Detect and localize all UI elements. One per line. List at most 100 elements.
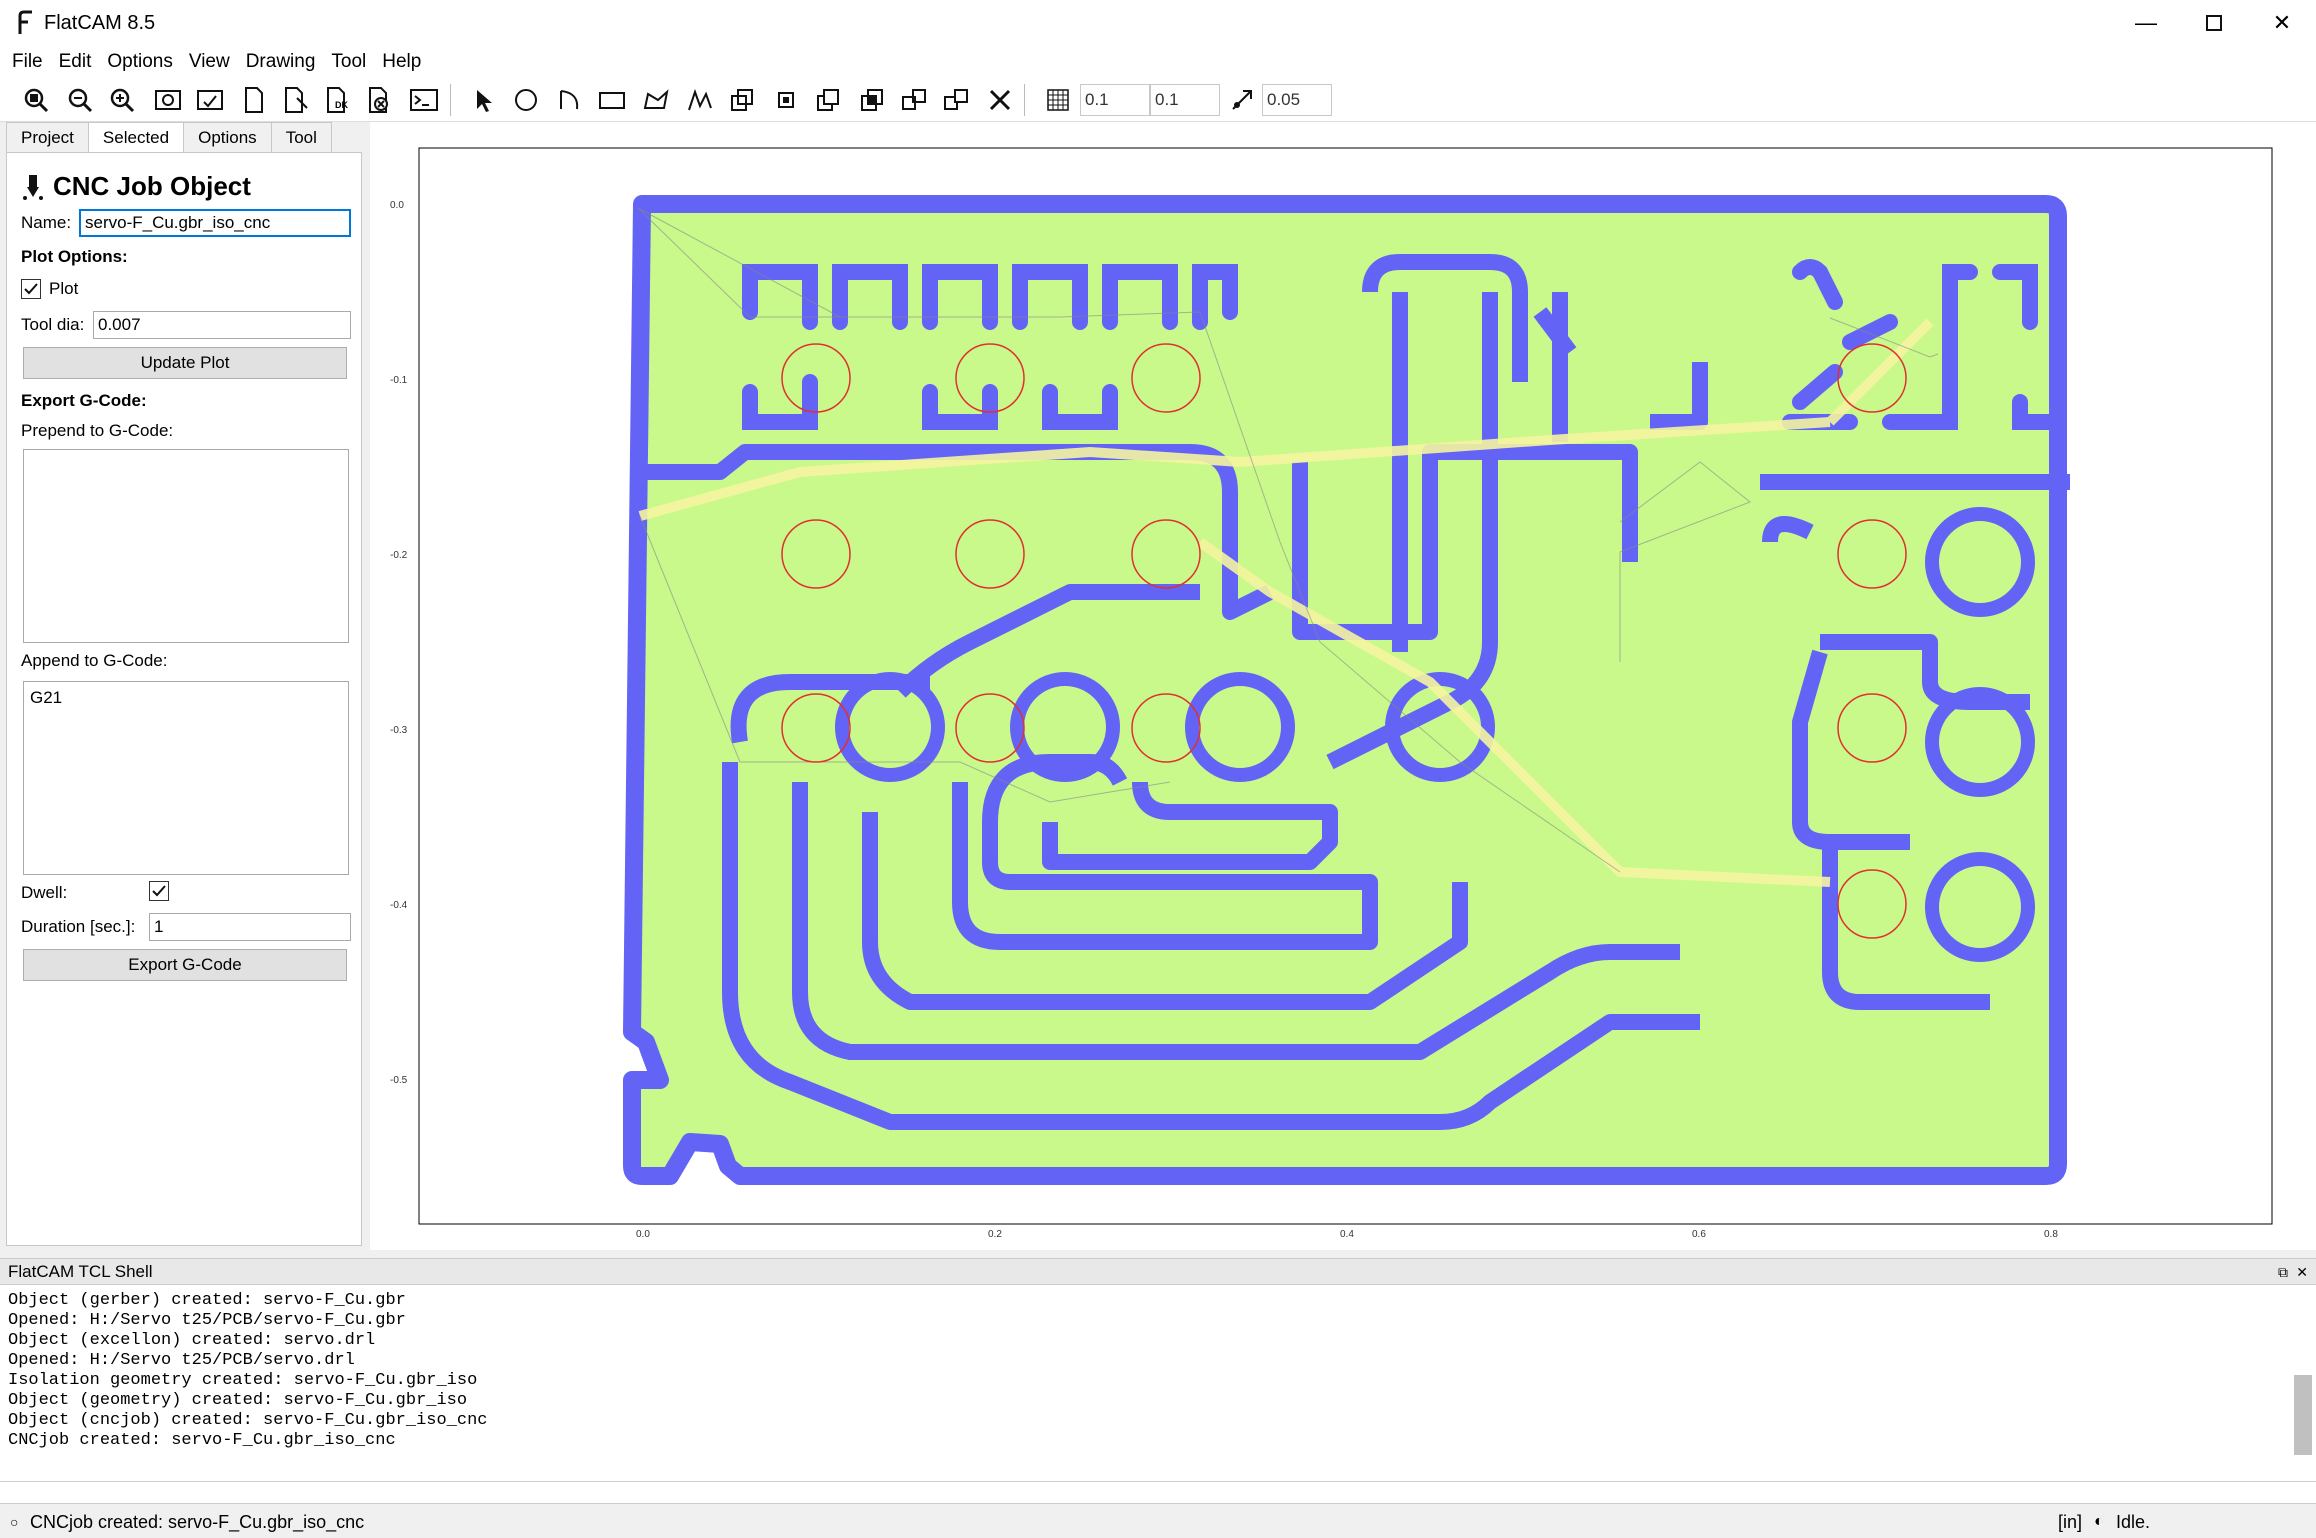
- shell-icon[interactable]: [408, 84, 440, 116]
- circle-tool-icon[interactable]: [510, 84, 542, 116]
- name-input[interactable]: [79, 209, 351, 237]
- new-geometry-icon[interactable]: [280, 84, 312, 116]
- export-gcode-label: Export G-Code:: [21, 391, 147, 410]
- select-tool-icon[interactable]: [468, 84, 500, 116]
- y-tick-label: 0.0: [390, 200, 404, 211]
- tab-options[interactable]: Options: [183, 122, 272, 152]
- shell-line: Isolation geometry created: servo-F_Cu.g…: [8, 1371, 478, 1390]
- prepend-textarea[interactable]: [23, 449, 349, 643]
- duration-input[interactable]: [149, 913, 351, 941]
- x-tick-label: 0.0: [636, 1229, 650, 1240]
- menu-drawing[interactable]: Drawing: [238, 51, 324, 73]
- grid-snap-icon[interactable]: [1042, 84, 1074, 116]
- plot-options-label: Plot Options:: [21, 247, 128, 266]
- clear-plot-icon[interactable]: [152, 84, 184, 116]
- shell-line: Opened: H:/Servo t25/PCB/servo-F_Cu.gbr: [8, 1311, 406, 1330]
- y-tick-label: -0.2: [390, 550, 408, 561]
- snap-max-icon[interactable]: [1226, 84, 1258, 116]
- dwell-label: Dwell:: [21, 883, 68, 902]
- plot-canvas-area[interactable]: 0.0 0.2 0.4 0.6 0.8 0.0 -0.1 -0.2 -0.3 -0.4 -0.5: [370, 122, 2316, 1250]
- update-plot-button[interactable]: Update Plot: [23, 347, 347, 379]
- menu-bar: File Edit Options View Drawing Tool Help: [0, 46, 2316, 78]
- grid-x-input[interactable]: [1080, 84, 1150, 116]
- zoom-in-icon[interactable]: [106, 84, 138, 116]
- open-gerber-icon[interactable]: DK: [322, 84, 354, 116]
- menu-edit[interactable]: Edit: [51, 51, 100, 73]
- x-tick-label: 0.4: [1340, 1229, 1354, 1240]
- shell-scrollbar[interactable]: [2294, 1375, 2312, 1455]
- y-tick-label: -0.4: [390, 900, 408, 911]
- shell-line: Object (excellon) created: servo.drl: [8, 1331, 376, 1350]
- dwell-checkbox[interactable]: [149, 881, 169, 901]
- svg-text:DK: DK: [335, 100, 348, 110]
- status-icon: ○: [10, 1514, 19, 1530]
- shell-line: Object (cncjob) created: servo-F_Cu.gbr_…: [8, 1411, 488, 1430]
- toolbar: DK: [0, 78, 2316, 122]
- menu-help[interactable]: Help: [374, 51, 429, 73]
- export-gcode-button[interactable]: Export G-Code: [23, 949, 347, 981]
- tab-tool[interactable]: Tool: [270, 122, 332, 152]
- menu-view[interactable]: View: [181, 51, 238, 73]
- title-bar: FlatCAM 8.5 — ✕: [0, 0, 2316, 46]
- state-label: Idle.: [2116, 1512, 2151, 1532]
- minimize-button[interactable]: —: [2112, 0, 2180, 46]
- notebook-tabs: Project Selected Options Tool: [6, 122, 332, 153]
- copy-tool-icon[interactable]: [770, 84, 802, 116]
- status-bar: ○ CNCjob created: servo-F_Cu.gbr_iso_cnc…: [0, 1506, 2316, 1538]
- close-shell-icon[interactable]: ✕: [2296, 1259, 2308, 1285]
- rectangle-tool-icon[interactable]: [596, 84, 628, 116]
- flatcam-logo-icon: [18, 10, 32, 34]
- cut-tool-icon[interactable]: [940, 84, 972, 116]
- arc-tool-icon[interactable]: [554, 84, 586, 116]
- append-textarea[interactable]: G21: [23, 681, 349, 875]
- path-tool-icon[interactable]: [684, 84, 716, 116]
- move-tool-icon[interactable]: [726, 84, 758, 116]
- tab-project[interactable]: Project: [6, 122, 89, 152]
- shell-input[interactable]: [0, 1482, 2316, 1504]
- units-label: [in]: [2058, 1512, 2083, 1532]
- shell-line: Object (gerber) created: servo-F_Cu.gbr: [8, 1291, 406, 1310]
- shell-line: Opened: H:/Servo t25/PCB/servo.drl: [8, 1351, 355, 1370]
- plot-label: Plot: [49, 279, 79, 298]
- tool-dia-input[interactable]: [93, 311, 351, 339]
- status-message: CNCjob created: servo-F_Cu.gbr_iso_cnc: [30, 1512, 365, 1532]
- snap-max-input[interactable]: [1262, 84, 1332, 116]
- menu-tool[interactable]: Tool: [323, 51, 374, 73]
- union-tool-icon[interactable]: [812, 84, 844, 116]
- polygon-tool-icon[interactable]: [640, 84, 672, 116]
- shell-line: CNCjob created: servo-F_Cu.gbr_iso_cnc: [8, 1431, 396, 1450]
- grid-y-input[interactable]: [1150, 84, 1220, 116]
- panel-heading: CNC Job Object: [53, 171, 251, 201]
- name-label: Name:: [21, 213, 72, 232]
- x-tick-label: 0.2: [988, 1229, 1002, 1240]
- prepend-label: Prepend to G-Code:: [21, 421, 174, 440]
- y-tick-label: -0.1: [390, 375, 408, 386]
- tab-selected[interactable]: Selected: [87, 122, 185, 153]
- x-tick-label: 0.8: [2044, 1229, 2058, 1240]
- window-title: FlatCAM 8.5: [44, 12, 156, 34]
- delete-object-icon[interactable]: [364, 84, 396, 116]
- append-label: Append to G-Code:: [21, 651, 168, 670]
- tool-dia-label: Tool dia:: [21, 315, 85, 334]
- x-tick-label: 0.6: [1692, 1229, 1706, 1240]
- subtract-tool-icon[interactable]: [898, 84, 930, 116]
- menu-options[interactable]: Options: [99, 51, 180, 73]
- maximize-button[interactable]: [2180, 0, 2248, 46]
- cnc-job-icon: [23, 175, 43, 200]
- y-tick-label: -0.3: [390, 725, 408, 736]
- intersection-tool-icon[interactable]: [856, 84, 888, 116]
- selected-panel: CNC Job Object Name: Plot Options: Plot …: [6, 152, 362, 1246]
- zoom-out-icon[interactable]: [64, 84, 96, 116]
- shell-output[interactable]: Object (gerber) created: servo-F_Cu.gbr …: [0, 1284, 2316, 1482]
- delete-shape-icon[interactable]: [984, 84, 1016, 116]
- replot-icon[interactable]: [194, 84, 226, 116]
- zoom-fit-icon[interactable]: [20, 84, 52, 116]
- menu-file[interactable]: File: [4, 51, 51, 73]
- new-project-icon[interactable]: [238, 84, 270, 116]
- float-icon[interactable]: ⧉: [2278, 1259, 2288, 1285]
- shell-title: FlatCAM TCL Shell ⧉ ✕: [0, 1258, 2316, 1284]
- pcb-plot[interactable]: 0.0 0.2 0.4 0.6 0.8 0.0 -0.1 -0.2 -0.3 -0.4 -0.5: [370, 122, 2316, 1250]
- close-window-button[interactable]: ✕: [2248, 0, 2316, 46]
- shell-line: Object (geometry) created: servo-F_Cu.gb…: [8, 1391, 468, 1410]
- plot-checkbox[interactable]: [21, 279, 41, 299]
